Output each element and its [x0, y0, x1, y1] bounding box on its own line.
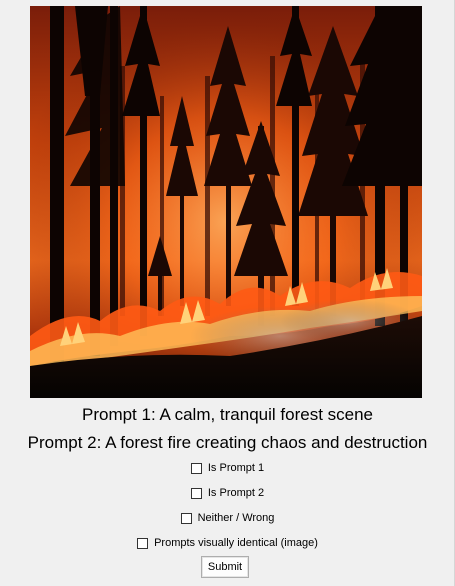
neither-wrong-label[interactable]: Neither / Wrong [198, 512, 275, 524]
is-prompt-2-label[interactable]: Is Prompt 2 [208, 487, 264, 499]
app-window: Prompt 1: A calm, tranquil forest scene … [0, 0, 455, 586]
forest-fire-image [30, 6, 422, 398]
prompt-2-label: Prompt 2: A forest fire creating chaos a… [27, 433, 428, 452]
option-is-prompt-1[interactable]: Is Prompt 1 [0, 460, 455, 476]
prompts-identical-checkbox[interactable] [137, 537, 149, 549]
is-prompt-1-checkbox[interactable] [190, 462, 202, 474]
neither-wrong-checkbox[interactable] [180, 512, 192, 524]
prompt-1-label: Prompt 1: A calm, tranquil forest scene [81, 405, 374, 424]
option-prompts-identical[interactable]: Prompts visually identical (image) [0, 535, 455, 551]
is-prompt-1-label[interactable]: Is Prompt 1 [208, 462, 264, 474]
is-prompt-2-checkbox[interactable] [190, 487, 202, 499]
prompts-identical-label[interactable]: Prompts visually identical (image) [154, 537, 318, 549]
option-is-prompt-2[interactable]: Is Prompt 2 [0, 485, 455, 501]
option-neither-wrong[interactable]: Neither / Wrong [0, 510, 455, 526]
submit-button[interactable]: Submit [201, 556, 249, 578]
